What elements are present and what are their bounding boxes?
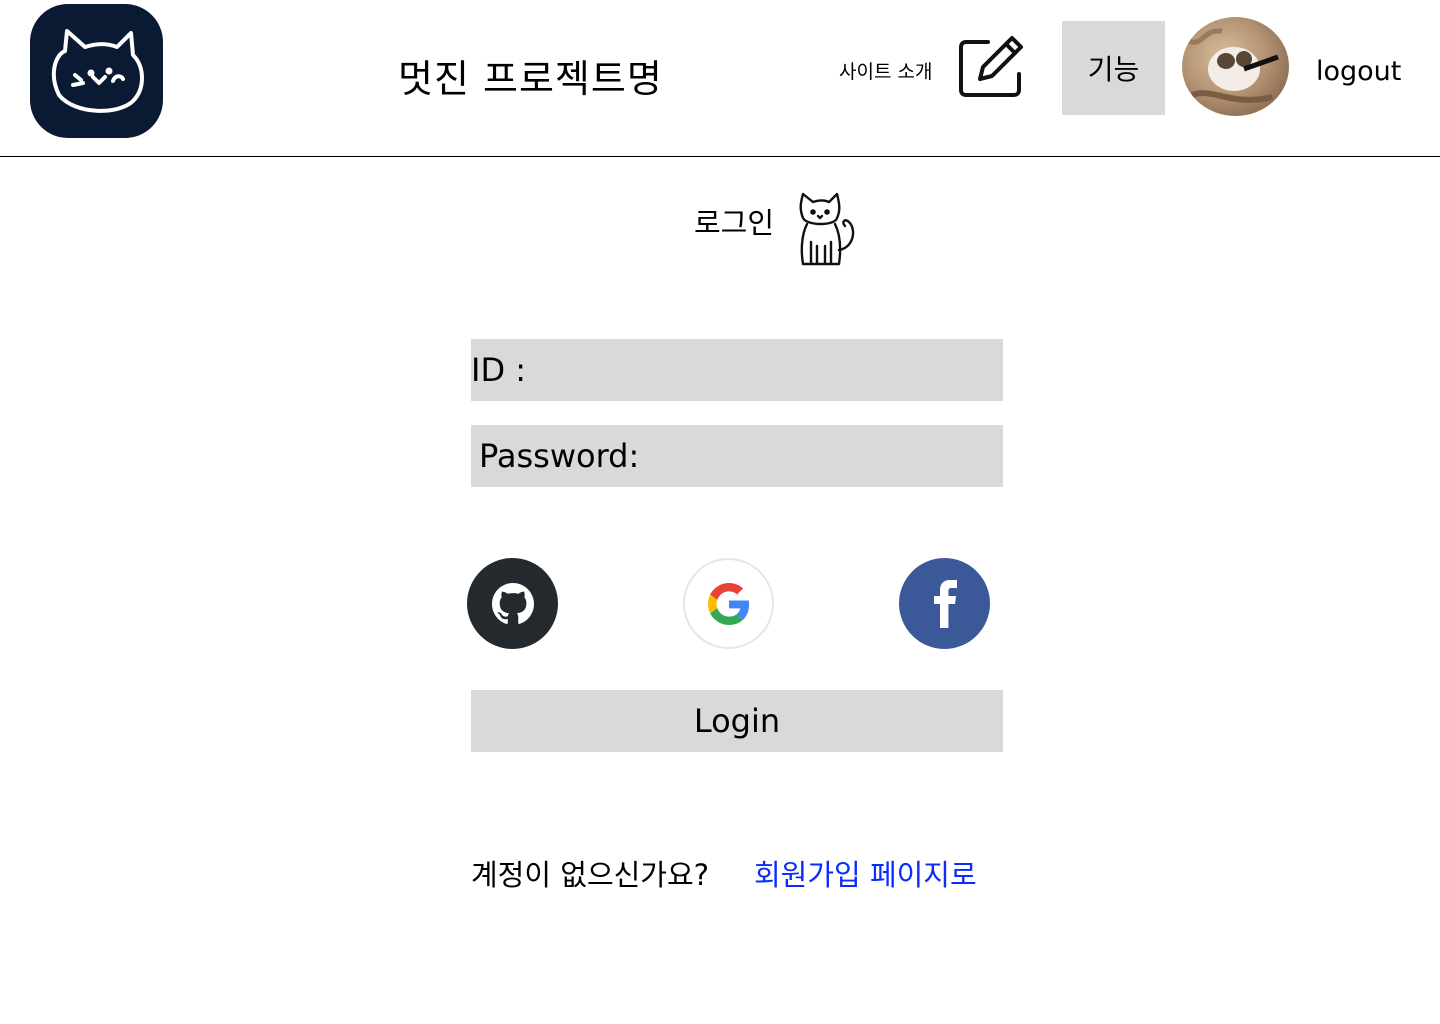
cat-logo-icon[interactable] xyxy=(30,4,163,138)
password-label: Password: xyxy=(479,437,640,475)
github-icon xyxy=(491,582,534,624)
id-input[interactable] xyxy=(526,339,1003,401)
about-site-link[interactable]: 사이트 소개 xyxy=(839,57,932,84)
google-login-button[interactable] xyxy=(683,558,774,649)
facebook-icon xyxy=(933,579,957,628)
logout-link[interactable]: logout xyxy=(1316,56,1401,87)
password-field: Password: xyxy=(471,425,1003,487)
facebook-login-button[interactable] xyxy=(899,558,990,649)
pencil-square-icon[interactable] xyxy=(956,34,1024,100)
google-icon xyxy=(707,582,749,625)
user-avatar[interactable] xyxy=(1182,17,1289,116)
cat-icon xyxy=(795,190,859,270)
login-heading: 로그인 xyxy=(694,206,775,240)
feature-button[interactable]: 기능 xyxy=(1062,21,1165,115)
project-title: 멋진 프로젝트명 xyxy=(398,57,663,101)
id-label: ID : xyxy=(471,351,527,389)
signup-link[interactable]: 회원가입 페이지로 xyxy=(754,852,977,894)
password-input[interactable] xyxy=(639,425,1003,487)
github-login-button[interactable] xyxy=(467,558,558,649)
top-header: 멋진 프로젝트명 사이트 소개 기능 logout xyxy=(0,0,1440,157)
signup-prompt: 계정이 없으신가요? xyxy=(471,858,710,892)
login-button[interactable]: Login xyxy=(471,690,1003,752)
id-field: ID : xyxy=(471,339,1003,401)
